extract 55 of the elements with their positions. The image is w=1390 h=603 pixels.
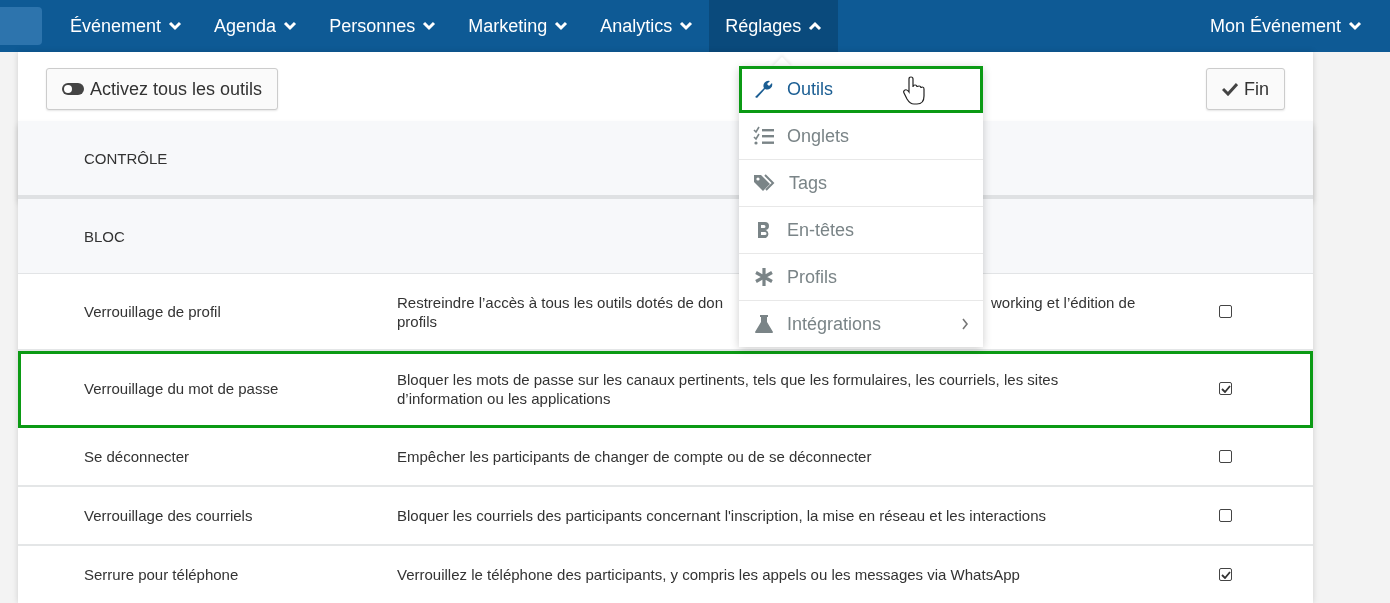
toggle-all-button[interactable]: Activez tous les outils bbox=[46, 68, 279, 110]
caret-icon bbox=[554, 21, 569, 31]
tool-description: working et l’édition de bbox=[991, 293, 1136, 311]
checkbox[interactable] bbox=[1219, 568, 1232, 581]
nav-menu[interactable]: Marketing bbox=[452, 0, 585, 52]
menu-item[interactable]: Tags bbox=[739, 160, 983, 207]
section-title: CONTRÔLE bbox=[84, 149, 168, 167]
asterisk-icon bbox=[753, 267, 775, 287]
hand-cursor-icon bbox=[903, 76, 925, 106]
tags-icon bbox=[753, 173, 777, 193]
menu-item[interactable]: Onglets bbox=[739, 113, 983, 160]
menu-item-label: Intégrations bbox=[787, 313, 882, 335]
tool-name: Verrouillage du mot de passe bbox=[83, 380, 280, 397]
caret-icon bbox=[679, 21, 694, 31]
checkbox[interactable] bbox=[1219, 382, 1232, 395]
menu-item[interactable]: En-têtes bbox=[739, 207, 983, 254]
menu-item-label: Outils bbox=[787, 78, 833, 100]
nav-menu[interactable]: Analytics bbox=[584, 0, 710, 52]
caret-icon bbox=[808, 21, 823, 31]
caret-icon bbox=[168, 21, 183, 31]
caret-icon bbox=[283, 21, 298, 31]
nav-menu[interactable]: Personnes bbox=[313, 0, 453, 52]
menu-item-label: Profils bbox=[787, 266, 837, 288]
tool-description: Verrouillez le téléphone des participants, y compris les appels ou les messages via WhatsApp bbox=[397, 566, 1020, 583]
event-menu[interactable]: Mon Événement bbox=[1193, 0, 1378, 52]
tool-description: Bloquer les courriels des participants concernant l'inscription, la mise en réseau et les interactions bbox=[397, 507, 1047, 524]
tool-name: Se déconnecter bbox=[83, 448, 191, 465]
menu-item-label: Tags bbox=[789, 172, 828, 194]
nav-menu[interactable]: Réglages bbox=[709, 0, 839, 52]
menu-item[interactable]: Outils bbox=[739, 66, 983, 113]
menu-item[interactable]: Intégrations bbox=[739, 301, 983, 347]
section-title: BLOC bbox=[84, 227, 125, 245]
menu-item-label: Onglets bbox=[787, 125, 850, 147]
done-button[interactable]: Fin bbox=[1206, 68, 1285, 110]
wrench-icon bbox=[753, 79, 775, 99]
tool-description: Restreindre l’accès à tous les outils dotés de don bbox=[397, 293, 723, 311]
menu-item-label: En-têtes bbox=[787, 219, 855, 241]
tool-name: Verrouillage de profil bbox=[83, 303, 222, 320]
tool-description: Empêcher les participants de changer de compte ou de se déconnecter bbox=[397, 448, 872, 465]
flask-icon bbox=[753, 314, 775, 334]
checkbox[interactable] bbox=[1219, 509, 1232, 522]
nav-menu[interactable]: Agenda bbox=[198, 0, 314, 52]
tool-name: Serrure pour téléphone bbox=[83, 566, 240, 583]
caret-icon bbox=[422, 21, 437, 31]
caret-icon bbox=[1348, 21, 1362, 31]
menu-item[interactable]: Profils bbox=[739, 254, 983, 301]
check-icon bbox=[1222, 82, 1238, 96]
tool-description: Bloquer les mots de passe sur les canaux pertinents, tels que les formulaires, les courriels, les sites d’information ou les applications bbox=[397, 370, 1059, 407]
checkbox[interactable] bbox=[1219, 450, 1232, 463]
checklist-icon bbox=[753, 126, 775, 146]
tool-name: Verrouillage des courriels bbox=[83, 507, 254, 524]
toggle-icon bbox=[62, 83, 84, 95]
checkbox[interactable] bbox=[1219, 305, 1232, 318]
tool-description: profils bbox=[397, 312, 437, 330]
nav-menu[interactable]: Événement bbox=[54, 0, 199, 52]
